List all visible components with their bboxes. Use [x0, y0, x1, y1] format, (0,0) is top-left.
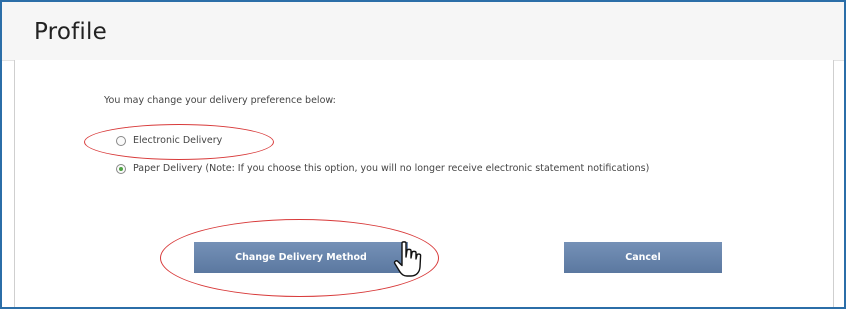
paper-delivery-option[interactable]: Paper Delivery (Note: If you choose this… [116, 163, 649, 174]
electronic-delivery-label: Electronic Delivery [133, 135, 223, 146]
change-delivery-method-button[interactable]: Change Delivery Method [194, 242, 408, 273]
paper-delivery-label: Paper Delivery (Note: If you choose this… [133, 163, 650, 174]
title-bar: Profile [2, 2, 844, 61]
electronic-delivery-option[interactable]: Electronic Delivery [116, 135, 222, 146]
electronic-delivery-radio[interactable] [116, 135, 126, 146]
paper-delivery-radio[interactable] [116, 163, 126, 174]
cancel-button[interactable]: Cancel [564, 242, 722, 273]
page-title: Profile [34, 19, 107, 45]
hand-pointer-icon [393, 241, 422, 277]
delivery-instructions: You may change your delivery preference … [104, 95, 336, 106]
